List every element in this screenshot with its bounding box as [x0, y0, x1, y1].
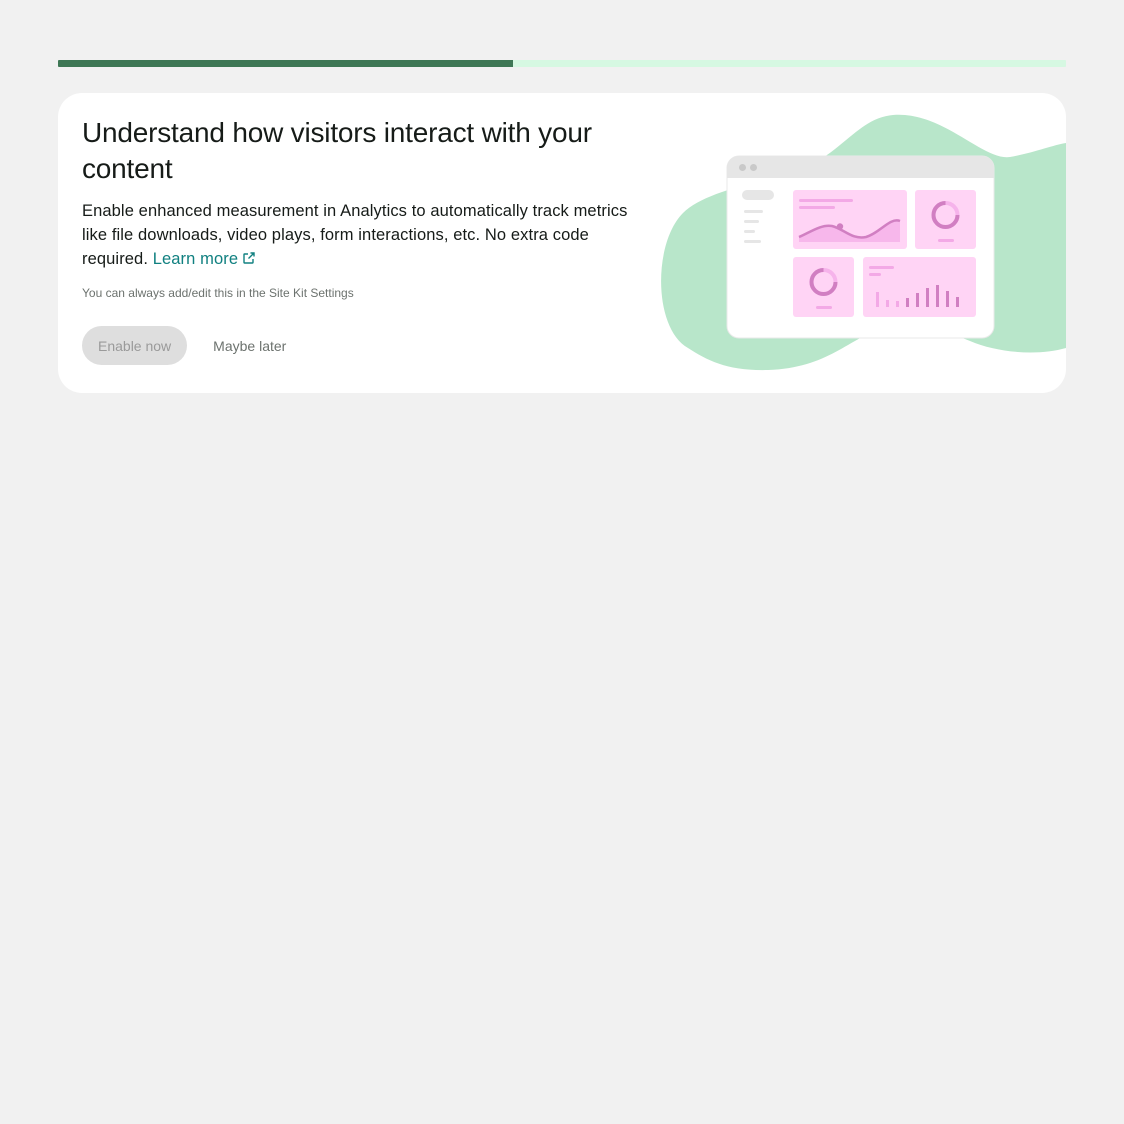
window-dot-2	[750, 164, 757, 171]
bar-9	[956, 297, 959, 307]
bar-3	[896, 301, 899, 307]
line-chart-subtitle	[799, 206, 835, 209]
banner-content: Understand how visitors interact with yo…	[82, 115, 642, 365]
learn-more-label: Learn more	[152, 250, 239, 268]
sidebar-line-1	[744, 210, 763, 213]
sidebar-line-2	[744, 220, 759, 223]
donut-1-label	[938, 239, 954, 242]
line-chart-title	[799, 199, 853, 202]
external-link-icon	[243, 252, 255, 264]
banner-actions: Enable now Maybe later	[82, 326, 642, 365]
bar-7	[936, 285, 939, 307]
line-chart-point	[836, 223, 844, 230]
bar-5	[916, 293, 919, 307]
progress-bar-fill	[58, 60, 513, 67]
window-dot-1	[739, 164, 746, 171]
dashboard-window-header	[727, 156, 994, 178]
progress-bar	[58, 60, 1066, 67]
bar-6	[926, 288, 929, 307]
donut-2-label	[816, 306, 832, 309]
bar-4	[906, 298, 909, 307]
enhanced-measurement-banner: Understand how visitors interact with yo…	[58, 93, 1066, 393]
sidebar-pill	[742, 190, 774, 200]
sidebar-line-4	[744, 240, 761, 243]
enable-now-button[interactable]: Enable now	[82, 326, 188, 365]
bar-2	[886, 300, 889, 307]
sidebar-line-3	[744, 230, 755, 233]
learn-more-link[interactable]: Learn more	[153, 250, 256, 268]
banner-description: Enable enhanced measurement in Analytics…	[82, 199, 642, 271]
settings-note: You can always add/edit this in the Site…	[82, 286, 354, 300]
bar-chart-subtitle	[869, 273, 881, 276]
bar-8	[946, 291, 949, 307]
maybe-later-button[interactable]: Maybe later	[197, 326, 302, 365]
analytics-dashboard-illustration	[661, 114, 1066, 371]
bar-chart-title	[869, 266, 894, 269]
bar-1	[876, 292, 879, 307]
banner-title: Understand how visitors interact with yo…	[82, 117, 592, 184]
